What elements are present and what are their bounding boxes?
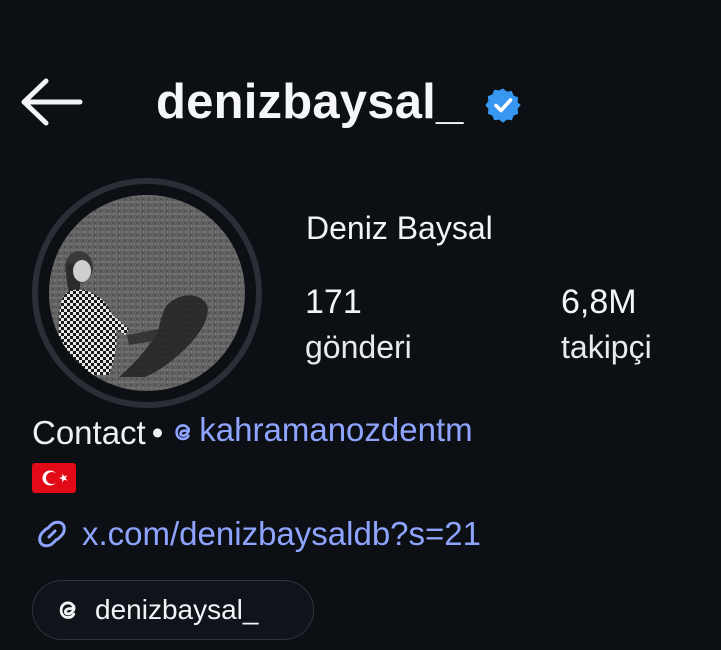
profile-screen: denizbaysal_ Deniz Baysal 171 gönderi 6,… <box>0 0 721 650</box>
posts-stat[interactable]: 171 gönderi <box>305 285 412 363</box>
followers-label: takipçi <box>561 329 652 365</box>
bio-contact-line: Contact • kahramanozdentm <box>32 410 473 452</box>
display-name: Deniz Baysal <box>306 210 493 246</box>
header-username: denizbaysal_ <box>156 74 464 129</box>
mention-handle: kahramanozdentm <box>199 411 473 448</box>
arrow-left-icon <box>21 78 83 126</box>
turkey-flag-icon <box>32 463 76 493</box>
back-button[interactable] <box>18 76 84 128</box>
avatar-ring[interactable] <box>32 178 262 408</box>
threads-icon <box>169 418 197 446</box>
threads-chip-label: denizbaysal_ <box>95 594 259 625</box>
profile-header: denizbaysal_ <box>156 70 522 134</box>
followers-count: 6,8M <box>561 283 637 321</box>
followers-stat[interactable]: 6,8M takipçi <box>561 285 652 363</box>
verified-badge-icon <box>485 87 522 123</box>
posts-label: gönderi <box>305 329 412 365</box>
bio-link-text: x.com/denizbaysaldb?s=21 <box>82 515 481 552</box>
bio-link[interactable]: x.com/denizbaysaldb?s=21 <box>32 512 481 556</box>
posts-count: 171 <box>305 283 362 321</box>
threads-icon <box>53 595 83 625</box>
link-icon <box>32 514 72 554</box>
contact-mention-link[interactable]: kahramanozdentm <box>169 410 473 450</box>
contact-label: Contact <box>32 413 146 451</box>
bio-separator: • <box>151 413 164 451</box>
avatar[interactable] <box>49 195 245 391</box>
threads-profile-chip[interactable]: denizbaysal_ <box>32 580 314 640</box>
